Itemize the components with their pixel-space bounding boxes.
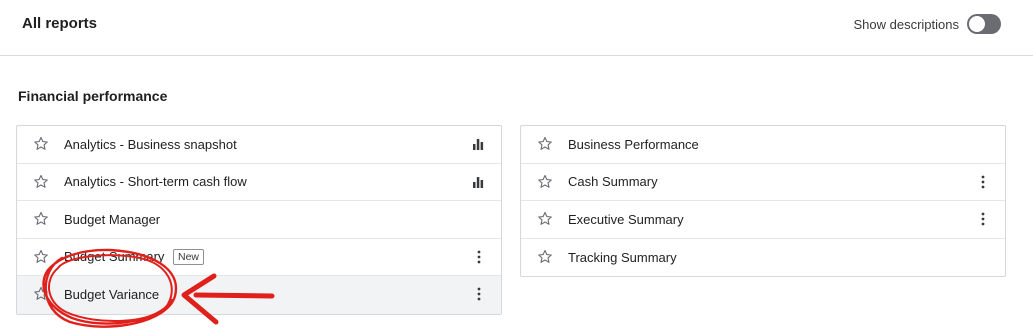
report-row-analytics-short-term-cash-flow[interactable]: Analytics - Short-term cash flow (17, 164, 501, 201)
report-row-cash-summary[interactable]: Cash Summary (521, 164, 1005, 201)
star-icon[interactable] (537, 249, 553, 265)
page-header: All reports Show descriptions (0, 0, 1033, 56)
more-options-icon[interactable] (477, 249, 481, 265)
show-descriptions-control: Show descriptions (853, 14, 1001, 34)
bar-chart-icon (473, 139, 484, 150)
toggle-knob (969, 16, 985, 32)
section-title: Financial performance (18, 88, 168, 104)
report-row-budget-manager[interactable]: Budget Manager (17, 201, 501, 239)
page-title: All reports (22, 15, 98, 32)
report-list-right: Business Performance Cash Summary Execut… (520, 125, 1006, 277)
report-row-business-performance[interactable]: Business Performance (521, 126, 1005, 164)
star-icon[interactable] (33, 136, 49, 152)
report-link[interactable]: Analytics - Short-term cash flow (64, 174, 247, 189)
report-link[interactable]: Executive Summary (568, 212, 684, 227)
more-options-icon[interactable] (981, 174, 985, 190)
more-options-icon[interactable] (477, 286, 481, 302)
report-row-executive-summary[interactable]: Executive Summary (521, 201, 1005, 239)
report-row-tracking-summary[interactable]: Tracking Summary (521, 239, 1005, 277)
star-icon[interactable] (33, 174, 49, 190)
star-icon[interactable] (33, 249, 49, 265)
report-link[interactable]: Analytics - Business snapshot (64, 137, 237, 152)
star-icon[interactable] (537, 211, 553, 227)
report-list-left: Analytics - Business snapshot Analytics … (16, 125, 502, 315)
star-icon[interactable] (537, 174, 553, 190)
report-link[interactable]: Budget Variance (64, 287, 159, 302)
report-row-budget-summary[interactable]: Budget Summary New (17, 239, 501, 276)
show-descriptions-label: Show descriptions (853, 16, 960, 32)
report-link[interactable]: Cash Summary (568, 174, 658, 189)
report-link[interactable]: Budget Manager (64, 212, 160, 227)
star-icon[interactable] (33, 211, 49, 227)
report-link[interactable]: Business Performance (568, 137, 699, 152)
report-link[interactable]: Tracking Summary (568, 250, 677, 265)
report-row-analytics-business-snapshot[interactable]: Analytics - Business snapshot (17, 126, 501, 164)
bar-chart-icon (473, 176, 484, 188)
star-icon[interactable] (33, 286, 49, 302)
star-icon[interactable] (537, 136, 553, 152)
report-link[interactable]: Budget Summary (64, 249, 164, 264)
new-badge: New (173, 248, 205, 265)
more-options-icon[interactable] (981, 211, 985, 227)
show-descriptions-toggle[interactable] (967, 14, 1001, 34)
report-row-budget-variance[interactable]: Budget Variance (17, 276, 501, 314)
